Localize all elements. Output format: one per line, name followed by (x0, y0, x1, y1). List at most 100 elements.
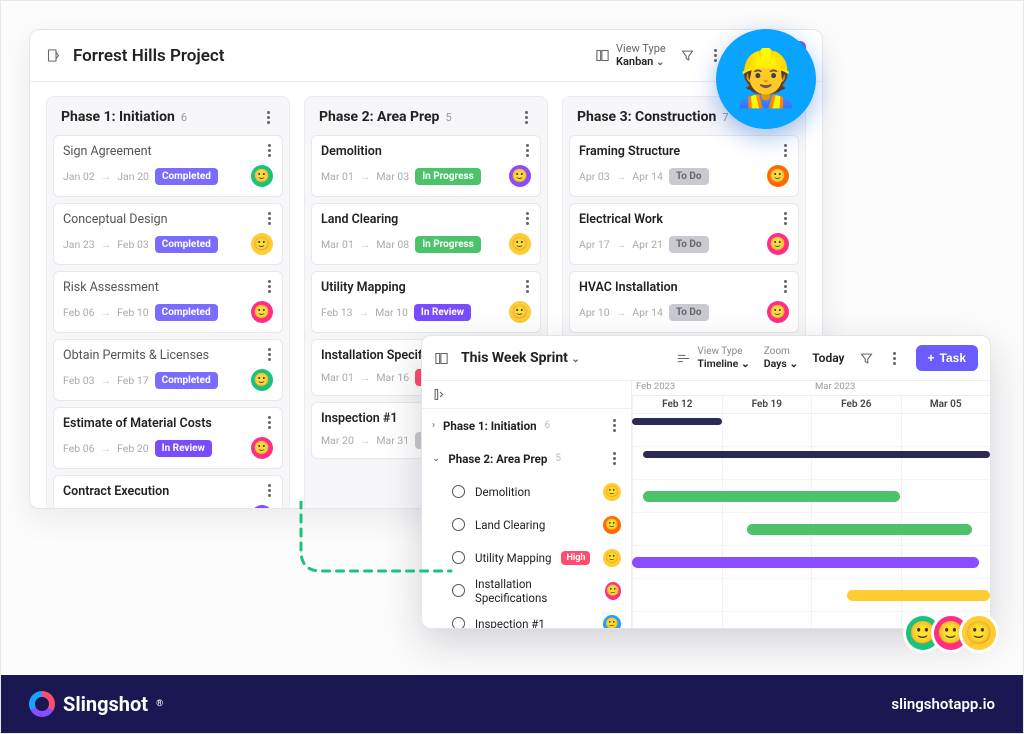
status-badge: In Review (155, 508, 212, 510)
timeline-task-row[interactable]: Land Clearing (422, 508, 631, 541)
start-date: Feb 13 (321, 306, 353, 319)
date-label: Feb 19 (722, 396, 812, 413)
status-badge: Completed (155, 168, 218, 185)
timeline-task-row[interactable]: Installation Specifications (422, 574, 631, 607)
month-label: Mar 2023 (811, 381, 901, 395)
status-badge: Completed (155, 236, 218, 253)
gantt-bar[interactable] (643, 491, 901, 502)
phase-row[interactable]: ⌄ Phase 2: Area Prep 5 (422, 442, 631, 475)
task-card[interactable]: Estimate of Material Costs Feb 06→Feb 20… (53, 407, 283, 469)
filter-icon[interactable] (680, 48, 695, 63)
today-button[interactable]: Today (812, 351, 844, 365)
assignee-avatar (767, 233, 789, 255)
gantt-bar[interactable] (747, 524, 973, 535)
assignee-avatar (251, 505, 273, 509)
card-meta: Apr 17→Apr 21 To Do (579, 233, 789, 255)
card-menu[interactable] (262, 144, 276, 157)
card-menu[interactable] (262, 348, 276, 361)
gantt-bar[interactable] (847, 590, 990, 601)
card-title: Framing Structure (579, 144, 789, 159)
end-date: Apr 14 (632, 306, 663, 319)
assignee-avatar (509, 165, 531, 187)
status-badge: In Review (414, 304, 471, 321)
card-meta: Jan 02→Jan 20 Completed (63, 165, 273, 187)
timeline-task-row[interactable]: Inspection #1 (422, 607, 631, 629)
more-menu[interactable] (888, 352, 902, 365)
phase-name: Phase 2: Area Prep (448, 452, 547, 466)
month-label: Feb 2023 (632, 381, 722, 395)
task-card[interactable]: Risk Assessment Feb 06→Feb 10 Completed (53, 271, 283, 333)
column-header: Phase 1: Initiation 6 (53, 105, 283, 135)
task-card[interactable]: HVAC Installation Apr 10→Apr 14 To Do (569, 271, 799, 333)
task-card[interactable]: Land Clearing Mar 01→Mar 08 In Progress (311, 203, 541, 265)
panel-icon (434, 351, 449, 366)
card-menu[interactable] (262, 416, 276, 429)
task-card[interactable]: Sign Agreement Jan 02→Jan 20 Completed (53, 135, 283, 197)
card-menu[interactable] (262, 212, 276, 225)
end-date: Apr 21 (632, 238, 663, 251)
card-menu[interactable] (262, 280, 276, 293)
expand-toggle[interactable] (422, 381, 631, 409)
end-date: Apr 14 (632, 170, 663, 183)
column-menu[interactable] (519, 111, 533, 124)
task-card[interactable]: Framing Structure Apr 03→Apr 14 To Do (569, 135, 799, 197)
add-task-button[interactable]: +Task (916, 345, 978, 371)
timeline-icon (676, 351, 691, 366)
date-label: Feb 26 (811, 396, 901, 413)
assignee-avatar (509, 233, 531, 255)
start-date: Jan 23 (63, 238, 95, 251)
timeline-viewtype[interactable]: View TypeTimeline ⌄ (676, 346, 749, 370)
task-name: Inspection #1 (475, 617, 545, 630)
task-card[interactable]: Obtain Permits & Licenses Feb 03→Feb 17 … (53, 339, 283, 401)
phase-menu[interactable] (607, 419, 621, 432)
timeline-task-row[interactable]: Utility Mapping High (422, 541, 631, 574)
card-menu[interactable] (262, 484, 276, 497)
task-card[interactable]: Conceptual Design Jan 23→Feb 03 Complete… (53, 203, 283, 265)
end-date: Jan 20 (117, 170, 149, 183)
viewtype-selector[interactable]: View Type Kanban ⌄ (595, 43, 666, 67)
task-card[interactable]: Demolition Mar 01→Mar 03 In Progress (311, 135, 541, 197)
hero-avatar: 👷 (716, 29, 816, 129)
start-date: Mar 01 (321, 371, 354, 384)
card-menu[interactable] (778, 280, 792, 293)
start-date: Feb 03 (63, 374, 95, 387)
card-menu[interactable] (520, 212, 534, 225)
phase-summary-bar (632, 418, 722, 425)
gantt-bar[interactable] (632, 557, 979, 568)
kanban-header: Forrest Hills Project View Type Kanban ⌄… (30, 30, 822, 82)
column-menu[interactable] (261, 111, 275, 124)
column-count: 5 (445, 111, 451, 124)
start-date: Mar 01 (321, 238, 354, 251)
phase-count: 6 (545, 420, 551, 431)
project-title: Forrest Hills Project (73, 46, 583, 66)
task-name: Land Clearing (475, 518, 545, 532)
chevron-right-icon: › (432, 420, 435, 431)
phase-row[interactable]: › Phase 1: Initiation 6 (422, 409, 631, 442)
phase-menu[interactable] (607, 452, 621, 465)
layout-icon (595, 48, 610, 63)
pin-icon (46, 48, 61, 63)
card-title: Electrical Work (579, 212, 789, 227)
chevron-down-icon: ⌄ (571, 354, 579, 365)
card-menu[interactable] (520, 144, 534, 157)
zoom-selector[interactable]: ZoomDays ⌄ (764, 346, 798, 370)
timeline-grid[interactable]: Feb 2023Mar 2023 Feb 12Feb 19Feb 26Mar 0… (632, 381, 990, 629)
filter-icon[interactable] (859, 351, 874, 366)
start-date: Apr 03 (579, 170, 610, 183)
assignee-avatar (767, 165, 789, 187)
chevron-down-icon: ⌄ (432, 453, 440, 464)
column-title: Phase 3: Construction (577, 109, 716, 125)
card-menu[interactable] (520, 280, 534, 293)
card-menu[interactable] (778, 212, 792, 225)
phase-count: 5 (555, 453, 561, 464)
arrow-icon: → (360, 238, 371, 251)
task-card[interactable]: Contract Execution Jan 23→Feb 27 In Revi… (53, 475, 283, 509)
task-card[interactable]: Utility Mapping Feb 13→Mar 10 In Review (311, 271, 541, 333)
status-badge: In Review (155, 440, 212, 457)
sprint-title[interactable]: This Week Sprint ⌄ (461, 350, 580, 366)
card-menu[interactable] (778, 144, 792, 157)
timeline-task-row[interactable]: Demolition (422, 475, 631, 508)
task-card[interactable]: Electrical Work Apr 17→Apr 21 To Do (569, 203, 799, 265)
status-badge: To Do (669, 168, 709, 185)
month-label (722, 381, 812, 395)
